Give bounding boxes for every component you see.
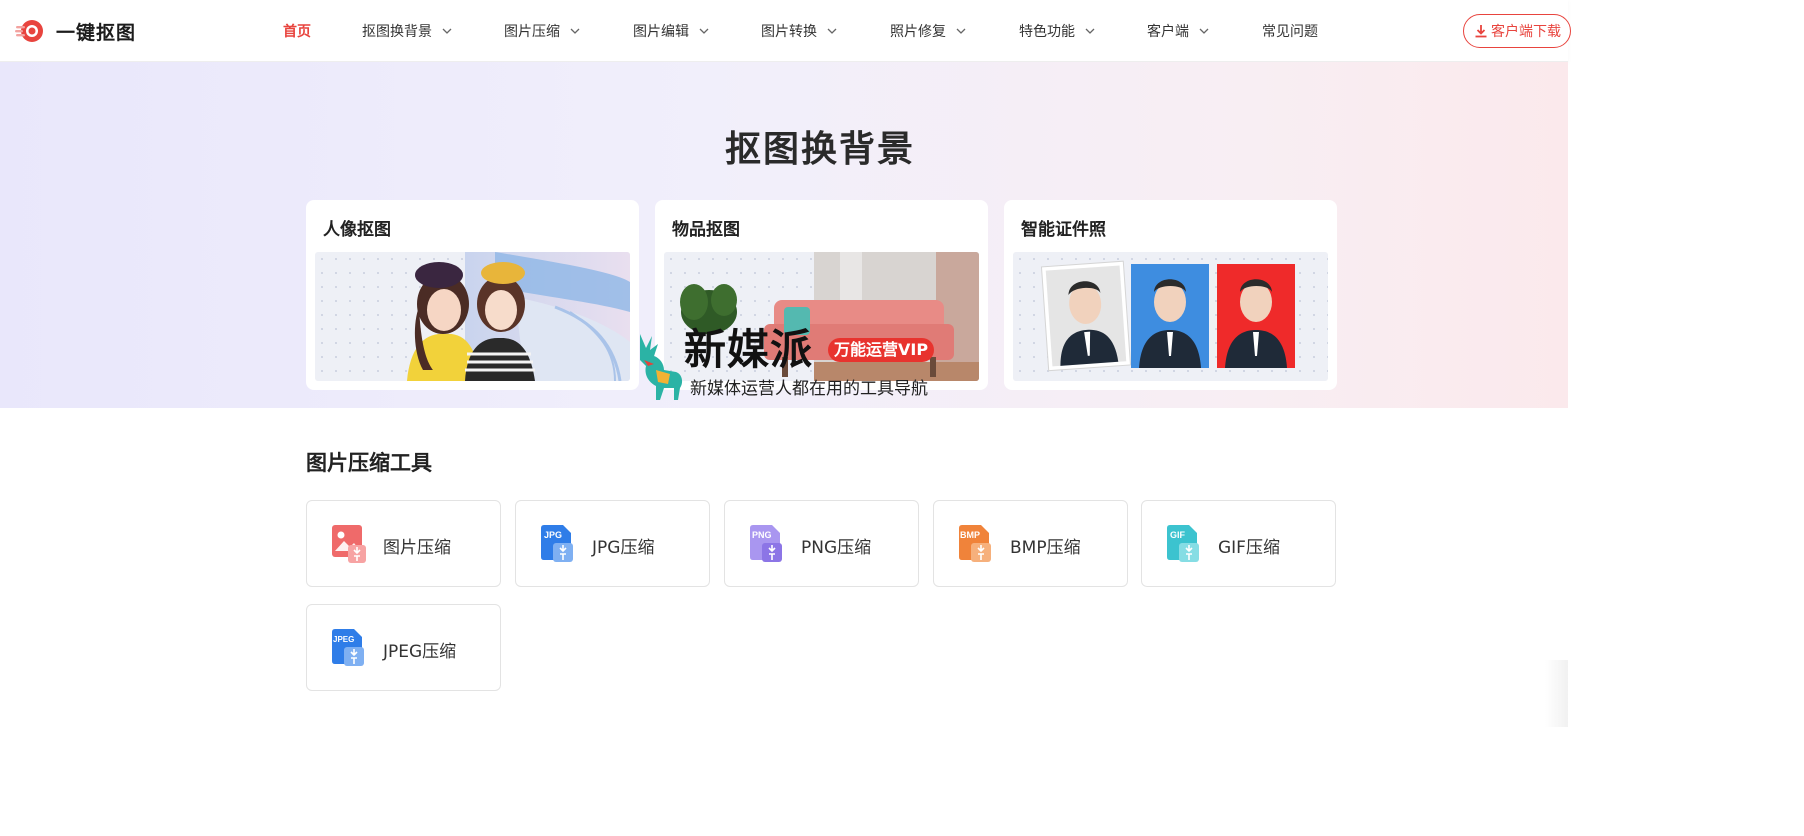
nav-photo-repair[interactable]: 照片修复	[890, 20, 967, 42]
logo[interactable]: 一键抠图	[15, 17, 136, 45]
section-title-compress: 图片压缩工具	[306, 451, 432, 475]
png-compress-icon: PNG	[750, 525, 782, 562]
svg-text:GIF: GIF	[1170, 530, 1186, 540]
nav-label: 抠图换背景	[362, 24, 432, 40]
tool-label: JPEG压缩	[383, 642, 457, 662]
portrait-image	[315, 252, 630, 381]
client-download-button[interactable]: 客户端下载	[1463, 14, 1571, 48]
download-icon	[1475, 25, 1487, 38]
nav-faq[interactable]: 常见问题	[1262, 20, 1318, 42]
edge-shadow	[1545, 660, 1568, 727]
nav-image-edit[interactable]: 图片编辑	[633, 20, 710, 42]
nav-label: 图片编辑	[633, 24, 689, 40]
deer-logo-icon	[640, 334, 683, 400]
card-title: 物品抠图	[672, 220, 740, 240]
chevron-down-icon	[442, 28, 452, 34]
tool-jpg-compress[interactable]: JPG JPG压缩	[515, 500, 710, 587]
nav-home[interactable]: 首页	[283, 20, 311, 42]
gif-compress-icon: GIF	[1167, 525, 1199, 562]
logo-icon	[15, 20, 43, 42]
top-navbar: 一键抠图 首页 抠图换背景 图片压缩 图片编辑 图片转换 照片修复 特色功能 客…	[0, 0, 1571, 62]
download-label: 客户端下载	[1491, 24, 1561, 40]
id-photo-image	[1013, 252, 1328, 381]
jpeg-compress-icon: JPEG	[332, 629, 364, 666]
tool-label: BMP压缩	[1010, 538, 1081, 558]
tool-label: 图片压缩	[383, 538, 451, 558]
logo-text: 一键抠图	[56, 21, 137, 44]
tool-label: PNG压缩	[801, 538, 872, 558]
watermark: 新媒派 万能运营VIP 新媒体运营人都在用的工具导航	[630, 326, 950, 402]
image-compress-icon	[332, 525, 366, 563]
svg-text:JPG: JPG	[544, 530, 562, 540]
nav-label: 客户端	[1147, 24, 1189, 40]
nav-label: 首页	[283, 24, 311, 40]
bmp-compress-icon: BMP	[959, 525, 991, 562]
watermark-subtitle: 新媒体运营人都在用的工具导航	[690, 379, 928, 399]
watermark-title: 新媒派	[684, 325, 814, 374]
nav-label: 常见问题	[1262, 24, 1318, 40]
card-portrait-cutout[interactable]: 人像抠图	[306, 200, 639, 390]
jpg-compress-icon: JPG	[541, 525, 573, 562]
chevron-down-icon	[699, 28, 709, 34]
nav-client[interactable]: 客户端	[1147, 20, 1210, 42]
nav-label: 图片转换	[761, 24, 817, 40]
tool-bmp-compress[interactable]: BMP BMP压缩	[933, 500, 1128, 587]
svg-text:PNG: PNG	[752, 530, 772, 540]
nav-label: 图片压缩	[504, 24, 560, 40]
svg-text:BMP: BMP	[960, 530, 980, 540]
nav-image-convert[interactable]: 图片转换	[761, 20, 838, 42]
chevron-down-icon	[956, 28, 966, 34]
nav-cutout-background[interactable]: 抠图换背景	[362, 20, 453, 42]
chevron-down-icon	[1085, 28, 1095, 34]
card-title: 人像抠图	[323, 220, 391, 240]
id-photo-illustration	[1040, 260, 1295, 372]
tool-gif-compress[interactable]: GIF GIF压缩	[1141, 500, 1336, 587]
nav-label: 照片修复	[890, 24, 946, 40]
svg-text:JPEG: JPEG	[333, 635, 354, 644]
chevron-down-icon	[570, 28, 580, 34]
tool-png-compress[interactable]: PNG PNG压缩	[724, 500, 919, 587]
chevron-down-icon	[827, 28, 837, 34]
tool-image-compress[interactable]: 图片压缩	[306, 500, 501, 587]
nav-featured[interactable]: 特色功能	[1019, 20, 1096, 42]
portrait-illustration	[407, 252, 630, 381]
nav-label: 特色功能	[1019, 24, 1075, 40]
tool-label: GIF压缩	[1218, 538, 1280, 558]
watermark-badge: 万能运营VIP	[828, 338, 935, 362]
chevron-down-icon	[1199, 28, 1209, 34]
card-id-photo[interactable]: 智能证件照	[1004, 200, 1337, 390]
tool-label: JPG压缩	[592, 538, 655, 558]
hero-title: 抠图换背景	[724, 129, 915, 170]
nav-image-compress[interactable]: 图片压缩	[504, 20, 581, 42]
tool-jpeg-compress[interactable]: JPEG JPEG压缩	[306, 604, 501, 691]
card-title: 智能证件照	[1021, 220, 1106, 240]
